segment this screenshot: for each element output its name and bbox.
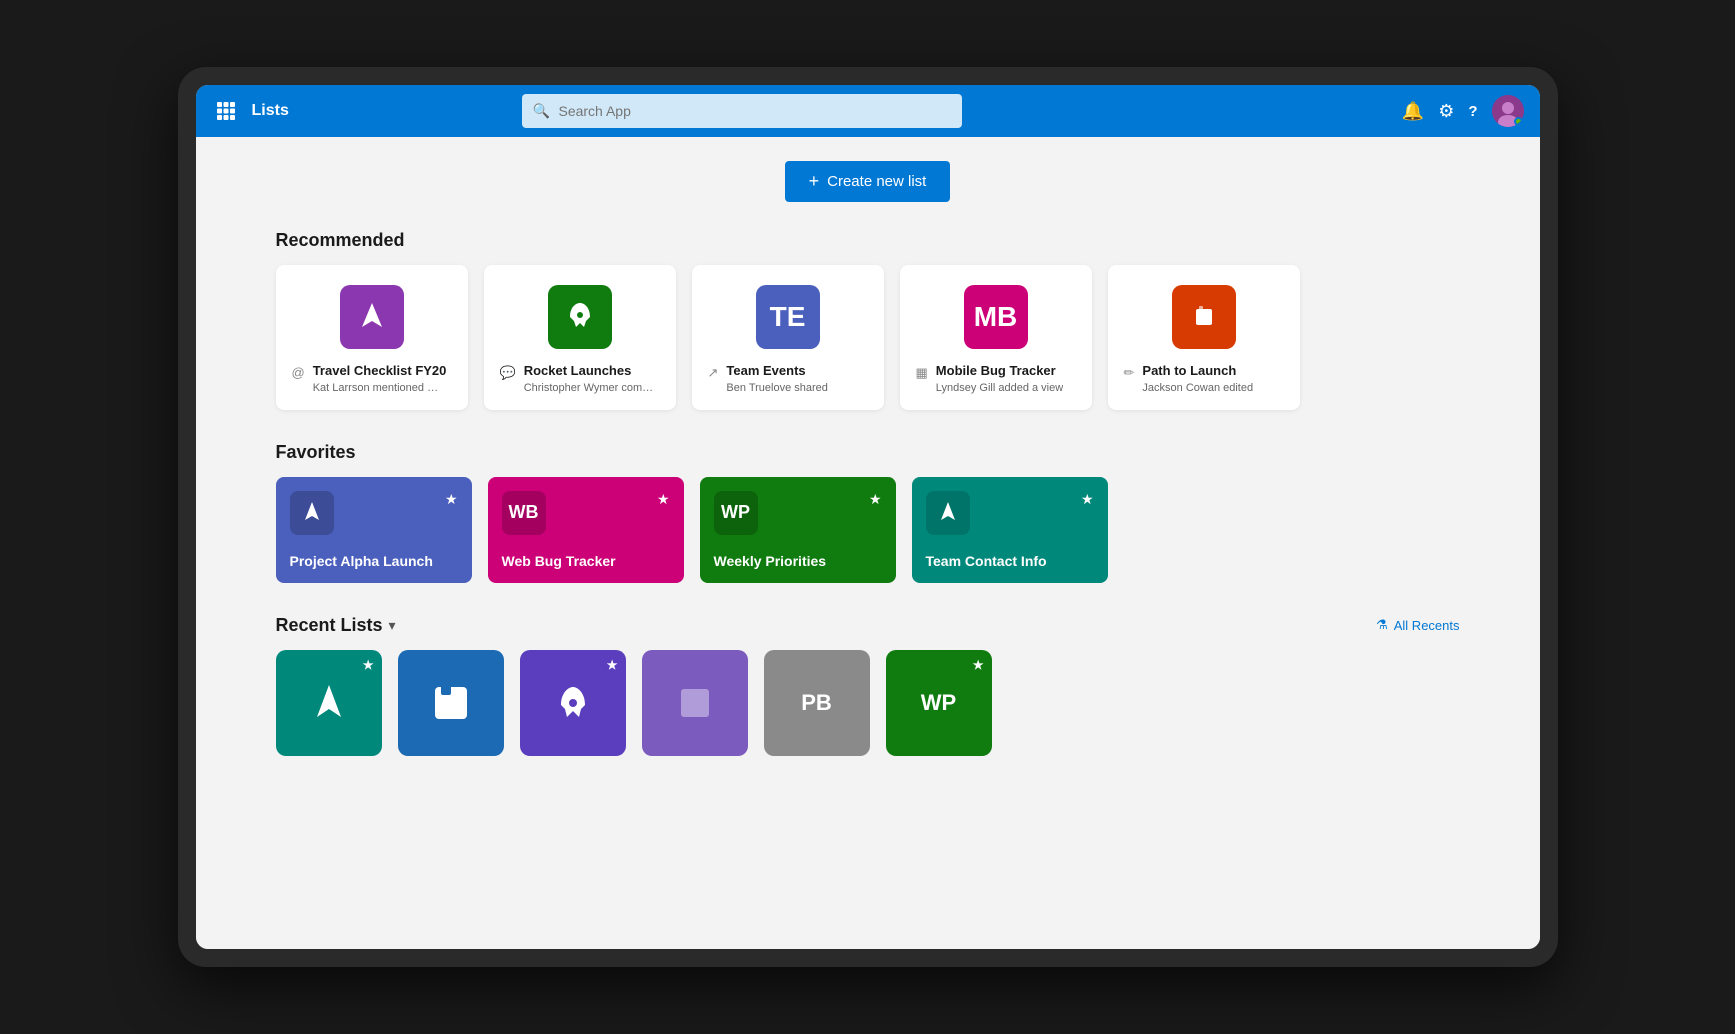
recent-chevron-icon[interactable]: ▾ bbox=[389, 617, 396, 634]
rec-info-icon-travel: @ bbox=[292, 365, 305, 380]
tablet-screen: Lists 🔍 🔔 ⚙ ? bbox=[196, 85, 1540, 949]
rec-card-texts-teamevents: Team Events Ben Truelove shared bbox=[726, 363, 828, 394]
rec-card-teamevents[interactable]: TE ↗ Team Events Ben Truelove shared bbox=[692, 265, 884, 410]
recent-lists-header: Recent Lists ▾ ⚗ All Recents bbox=[276, 615, 1460, 636]
fav-star-alpha: ★ bbox=[445, 491, 458, 508]
rec-card-name-teamevents: Team Events bbox=[726, 363, 828, 380]
fav-name-webbug: Web Bug Tracker bbox=[502, 553, 670, 569]
rec-card-name-pathlaunch: Path to Launch bbox=[1142, 363, 1253, 380]
fav-card-webbug[interactable]: WB ★ Web Bug Tracker bbox=[488, 477, 684, 583]
recent-item-3[interactable]: ★ bbox=[520, 650, 626, 756]
recommended-grid: @ Travel Checklist FY20 Kat Larrson ment… bbox=[276, 265, 1460, 410]
search-input[interactable] bbox=[522, 94, 962, 128]
header: Lists 🔍 🔔 ⚙ ? bbox=[196, 85, 1540, 137]
fav-name-teamcontact: Team Contact Info bbox=[926, 553, 1094, 569]
rec-card-texts-bugtracker: Mobile Bug Tracker Lyndsey Gill added a … bbox=[936, 363, 1063, 394]
search-icon: 🔍 bbox=[532, 103, 549, 120]
fav-star-teamcontact: ★ bbox=[1081, 491, 1094, 508]
recent-star-3: ★ bbox=[607, 658, 618, 672]
rec-card-sub-bugtracker: Lyndsey Gill added a view bbox=[936, 382, 1063, 394]
favorites-grid: ★ Project Alpha Launch WB ★ Web Bug Trac… bbox=[276, 477, 1460, 583]
fav-name-alpha: Project Alpha Launch bbox=[290, 553, 458, 569]
recent-item-2[interactable] bbox=[398, 650, 504, 756]
rec-card-rocket[interactable]: 💬 Rocket Launches Christopher Wymer comm… bbox=[484, 265, 676, 410]
rec-card-bugtracker[interactable]: MB ▦ Mobile Bug Tracker Lyndsey Gill add… bbox=[900, 265, 1092, 410]
fav-star-weekly: ★ bbox=[869, 491, 882, 508]
rec-card-texts-rocket: Rocket Launches Christopher Wymer comm..… bbox=[524, 363, 654, 394]
fav-icon-weekly: WP bbox=[714, 491, 758, 535]
fav-name-weekly: Weekly Priorities bbox=[714, 553, 882, 569]
fav-card-top-alpha: ★ bbox=[290, 491, 458, 535]
fav-card-teamcontact[interactable]: ★ Team Contact Info bbox=[912, 477, 1108, 583]
fav-star-webbug: ★ bbox=[657, 491, 670, 508]
bell-icon[interactable]: 🔔 bbox=[1402, 101, 1424, 122]
fav-card-top-webbug: WB ★ bbox=[502, 491, 670, 535]
rec-info-icon-pathlaunch: ✏ bbox=[1124, 365, 1135, 381]
main-content: + Create new list Recommended bbox=[196, 137, 1540, 949]
rec-card-info-pathlaunch: ✏ Path to Launch Jackson Cowan edited bbox=[1124, 363, 1284, 394]
rec-card-icon-teamevents: TE bbox=[756, 285, 820, 349]
all-recents-label: All Recents bbox=[1394, 618, 1460, 633]
recent-star-6: ★ bbox=[973, 658, 984, 672]
rec-card-name-bugtracker: Mobile Bug Tracker bbox=[936, 363, 1063, 380]
rec-card-icon-bugtracker: MB bbox=[964, 285, 1028, 349]
header-actions: 🔔 ⚙ ? bbox=[1402, 95, 1524, 127]
recent-grid: ★ ★ bbox=[276, 650, 1460, 756]
avatar[interactable] bbox=[1492, 95, 1524, 127]
fav-card-weekly[interactable]: WP ★ Weekly Priorities bbox=[700, 477, 896, 583]
rec-card-texts-travel: Travel Checklist FY20 Kat Larrson mentio… bbox=[313, 363, 447, 394]
rec-card-info-rocket: 💬 Rocket Launches Christopher Wymer comm… bbox=[500, 363, 660, 394]
recent-star-1: ★ bbox=[363, 658, 374, 672]
rec-card-icon-rocket bbox=[548, 285, 612, 349]
tablet-frame: Lists 🔍 🔔 ⚙ ? bbox=[178, 67, 1558, 967]
rec-card-sub-travel: Kat Larrson mentioned you bbox=[313, 382, 443, 394]
filter-icon: ⚗ bbox=[1376, 617, 1388, 633]
recent-item-5[interactable]: PB bbox=[764, 650, 870, 756]
recent-item-4[interactable] bbox=[642, 650, 748, 756]
rec-card-name-rocket: Rocket Launches bbox=[524, 363, 654, 380]
recent-lists-title: Recent Lists bbox=[276, 615, 383, 636]
search-container: 🔍 bbox=[522, 94, 962, 128]
recommended-title: Recommended bbox=[276, 230, 1460, 251]
rec-info-icon-rocket: 💬 bbox=[500, 365, 516, 381]
rec-card-name-travel: Travel Checklist FY20 bbox=[313, 363, 447, 380]
fav-icon-webbug: WB bbox=[502, 491, 546, 535]
rec-card-texts-pathlaunch: Path to Launch Jackson Cowan edited bbox=[1142, 363, 1253, 394]
all-recents-button[interactable]: ⚗ All Recents bbox=[1376, 617, 1459, 633]
rec-card-travel[interactable]: @ Travel Checklist FY20 Kat Larrson ment… bbox=[276, 265, 468, 410]
rec-card-info-travel: @ Travel Checklist FY20 Kat Larrson ment… bbox=[292, 363, 452, 394]
rec-info-icon-bugtracker: ▦ bbox=[916, 365, 928, 381]
rec-card-info-teamevents: ↗ Team Events Ben Truelove shared bbox=[708, 363, 868, 394]
rec-card-info-bugtracker: ▦ Mobile Bug Tracker Lyndsey Gill added … bbox=[916, 363, 1076, 394]
create-btn-label: Create new list bbox=[827, 173, 926, 190]
rec-card-icon-pathlaunch bbox=[1172, 285, 1236, 349]
online-indicator bbox=[1514, 117, 1523, 126]
recommended-section: Recommended @ Travel Checklist FY20 bbox=[276, 230, 1460, 410]
create-new-list-button[interactable]: + Create new list bbox=[785, 161, 951, 202]
rec-info-icon-teamevents: ↗ bbox=[708, 365, 719, 381]
fav-icon-alpha bbox=[290, 491, 334, 535]
recent-lists-section: Recent Lists ▾ ⚗ All Recents ★ bbox=[276, 615, 1460, 756]
fav-icon-teamcontact bbox=[926, 491, 970, 535]
rec-card-icon-travel bbox=[340, 285, 404, 349]
help-icon[interactable]: ? bbox=[1468, 103, 1477, 120]
create-plus-icon: + bbox=[809, 171, 820, 192]
rec-card-sub-teamevents: Ben Truelove shared bbox=[726, 382, 828, 394]
create-btn-section: + Create new list bbox=[276, 161, 1460, 202]
app-title: Lists bbox=[252, 102, 289, 120]
fav-card-top-teamcontact: ★ bbox=[926, 491, 1094, 535]
favorites-section: Favorites ★ Project Alpha Launch bbox=[276, 442, 1460, 583]
fav-card-top-weekly: WP ★ bbox=[714, 491, 882, 535]
favorites-title: Favorites bbox=[276, 442, 1460, 463]
settings-icon[interactable]: ⚙ bbox=[1438, 101, 1454, 122]
fav-card-alpha[interactable]: ★ Project Alpha Launch bbox=[276, 477, 472, 583]
rec-card-pathlaunch[interactable]: ✏ Path to Launch Jackson Cowan edited bbox=[1108, 265, 1300, 410]
recent-title-wrap: Recent Lists ▾ bbox=[276, 615, 396, 636]
rec-card-sub-pathlaunch: Jackson Cowan edited bbox=[1142, 382, 1253, 394]
recent-item-6[interactable]: WP ★ bbox=[886, 650, 992, 756]
waffle-icon[interactable] bbox=[212, 97, 240, 125]
rec-card-sub-rocket: Christopher Wymer comm... bbox=[524, 382, 654, 394]
recent-item-1[interactable]: ★ bbox=[276, 650, 382, 756]
